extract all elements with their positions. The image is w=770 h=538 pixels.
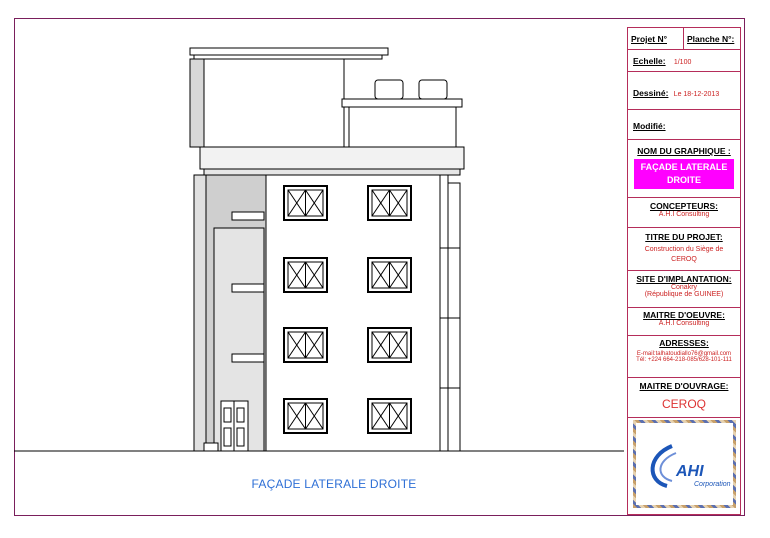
logo-text: AHI [676,463,704,480]
maitre-oeuvre-value: A.H.I Consulting [658,320,710,327]
drawing-sheet: FAÇADE LATERALE DROITE Projet N° Planche… [0,0,770,538]
entrance-steps [203,442,219,452]
window [283,327,328,363]
echelle-label: Echelle: [633,56,666,66]
planche-label: Planche N°: [687,34,735,44]
project-row: Projet N° Planche N°: [628,28,740,50]
modifie-row: Modifié: [628,110,740,140]
dessine-value: Le 18-12-2013 [673,91,720,98]
maitre-oeuvre-label: MAITRE D'OEUVRE: [643,310,725,320]
site-value-2: (République de GUINEE) [644,291,724,298]
title-block: Projet N° Planche N°: Echelle: 1/100 Des… [627,27,741,515]
cornice-band [203,168,461,176]
water-tank-2 [418,79,448,100]
window [283,398,328,434]
site-row: SITE D'IMPLANTATION: Conakry (République… [628,271,740,308]
site-label: SITE D'IMPLANTATION: [636,274,732,284]
stair-tower-shade [189,58,205,148]
dessine-row: Dessiné: Le 18-12-2013 [628,72,740,110]
water-tank-1 [374,79,404,100]
window [283,257,328,293]
window [367,185,412,221]
right-edge [447,182,461,452]
titre-projet-row: TITRE DU PROJET: Construction du Siège d… [628,228,740,271]
site-value-1: Conakry [670,284,698,291]
maitre-oeuvre-row: MAITRE D'OEUVRE: A.H.I Consulting [628,308,740,336]
logo-row: AHI Corporation [628,418,740,514]
window [283,185,328,221]
maitre-ouvrage-label: MAITRE D'OUVRAGE: [639,381,729,391]
echelle-value: 1/100 [673,59,692,66]
roof-slab [348,106,457,148]
logo-subtext: Corporation [694,481,731,488]
window [367,257,412,293]
nom-label: NOM DU GRAPHIQUE : [637,146,731,156]
titre-label: TITRE DU PROJET: [645,232,723,242]
facade-elevation-drawing [14,47,624,452]
projet-label: Projet N° [628,28,684,50]
concepteurs-row: CONCEPTEURS: A.H.I Consulting [628,198,740,228]
tank-platform [341,98,463,108]
adresses-label: ADRESSES: [659,338,709,348]
adresses-tel: Tél: +224 664-218-085/628-101-111 [636,357,732,363]
nom-graphique-row: NOM DU GRAPHIQUE : FAÇADE LATERALE DROIT… [628,140,740,198]
roof-cap [189,47,389,56]
adresses-row: ADRESSES: E-mail:talhatoudiallo76@gmail.… [628,336,740,378]
window [367,327,412,363]
top-cornice [199,146,465,170]
maitre-ouvrage-row: MAITRE D'OUVRAGE: CEROQ [628,378,740,418]
titre-value: Construction du Siège de CEROQ [644,246,724,263]
roof-edge [193,54,383,60]
right-pilaster [439,174,449,452]
drawing-caption: FAÇADE LATERALE DROITE [251,477,417,491]
balcony-2 [231,283,265,293]
stair-tower [189,58,345,148]
concepteurs-value: A.H.I Consulting [658,211,710,218]
maitre-ouvrage-value: CEROQ [661,397,706,411]
modifie-label: Modifié: [633,121,666,131]
echelle-row: Echelle: 1/100 [628,50,740,72]
balcony-1 [231,211,265,221]
left-column [193,174,207,452]
company-logo: AHI Corporation [633,420,736,508]
nom-value: FAÇADE LATERALE DROITE [634,159,734,189]
window [367,398,412,434]
balcony-3 [231,353,265,363]
concepteurs-label: CONCEPTEURS: [649,201,718,211]
dessine-label: Dessiné: [633,88,669,98]
